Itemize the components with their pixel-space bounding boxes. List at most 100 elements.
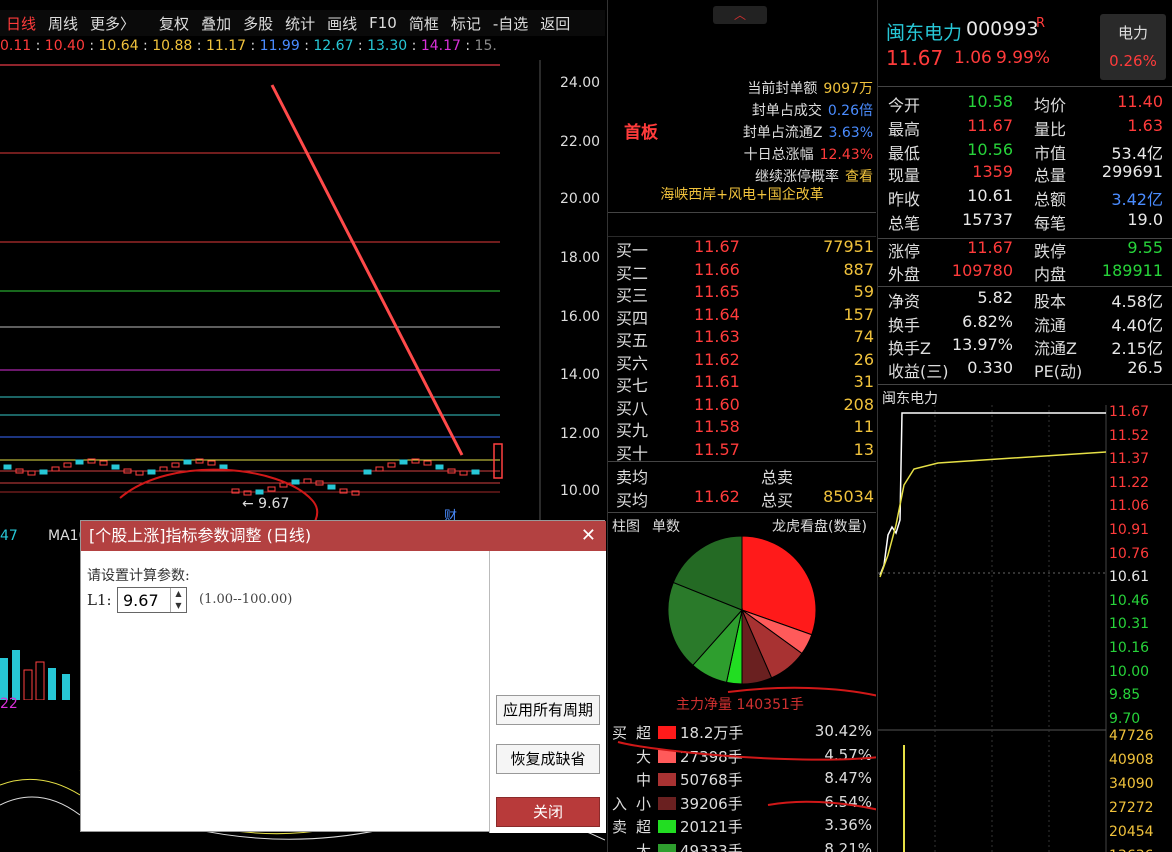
quote-row: 换手 6.82% 流通 4.40亿 [888, 312, 1163, 335]
stepper-arrows-icon[interactable]: ▲ ▼ [170, 588, 186, 612]
quote-row: 最高 11.67 量比 1.63 [888, 116, 1163, 139]
kline-chart[interactable]: ← 9.67 财 [0, 60, 605, 520]
toolbar-item[interactable]: 画线 [321, 13, 363, 34]
toolbar-item[interactable]: 日线 [0, 13, 42, 34]
chart-toolbar: 日线 周线 更多〉 复权 叠加 多股 统计 画线 F10 简框 标记 -自选 返回 [0, 10, 605, 36]
orderbook-row[interactable]: 买一 11.67 77951 [616, 237, 874, 260]
limit-info-label: 继续涨停概率 [755, 169, 839, 185]
ma-values-row: 0.11 : 10.40 : 10.64 : 10.88 : 11.17 : 1… [0, 38, 540, 60]
limit-info-row: 封单占成交 0.26倍 [752, 100, 873, 120]
toolbar-item[interactable]: 叠加 [195, 13, 237, 34]
separator: : [299, 38, 314, 54]
candle [3, 464, 12, 470]
toolbar-item[interactable]: 标记 [445, 13, 487, 34]
intraday-volume-tick: 40908 [1109, 752, 1154, 768]
orderbook-row[interactable]: 买九 11.58 11 [616, 417, 874, 440]
last-price: 11.67 [886, 46, 944, 70]
close-icon[interactable]: ✕ [581, 525, 596, 546]
orderbook-row[interactable]: 买七 11.61 31 [616, 372, 874, 395]
orderbook-row[interactable]: 买二 11.66 887 [616, 260, 874, 283]
toolbar-item[interactable]: 简框 [403, 13, 445, 34]
dialog-buttons: 应用所有周期 恢复成缺省 关闭 [489, 551, 606, 833]
price-change-pct: 9.99% [996, 48, 1051, 68]
ma-value: 11.17 [205, 38, 247, 54]
quote-row: 净资 5.82 股本 4.58亿 [888, 288, 1163, 311]
separator: : [31, 38, 45, 54]
intraday-price-tick: 11.06 [1109, 498, 1150, 515]
quote-row: 昨收 10.61 总额 3.42亿 [888, 186, 1163, 209]
separator: : [192, 38, 206, 54]
quote-row: 外盘 109780 内盘 189911 [888, 261, 1163, 284]
restore-default-button[interactable]: 恢复成缺省 [496, 744, 600, 774]
param-label: L1: [87, 591, 112, 609]
separator: : [246, 38, 260, 54]
intraday-price-tick: 10.76 [1109, 545, 1150, 562]
limit-info-value: 12.43% [819, 147, 873, 163]
limit-info-row[interactable]: 继续涨停概率 查看 [755, 166, 873, 186]
toolbar-item[interactable]: 多股 [237, 13, 279, 34]
param-input[interactable]: 9.67 [118, 591, 170, 610]
ma-value: 10.40 [44, 38, 85, 54]
orderbook-row[interactable]: 买三 11.65 59 [616, 282, 874, 305]
toolbar-item[interactable]: -自选 [487, 13, 534, 34]
toolbar-item[interactable]: 复权 [153, 13, 195, 34]
close-button[interactable]: 关闭 [496, 797, 600, 827]
intraday-chart[interactable] [878, 405, 1108, 852]
orderbook-row[interactable]: 买十 11.57 13 [616, 440, 874, 463]
param-stepper[interactable]: 9.67 ▲ ▼ [117, 587, 187, 613]
ma-value: 15. [474, 38, 497, 54]
intraday-price-tick: 10.91 [1109, 522, 1150, 538]
quote-row: 收益(三) 0.330 PE(动) 26.5 [888, 358, 1163, 381]
intraday-price-tick: 10.46 [1109, 592, 1150, 609]
stock-name: 闽东电力 [886, 22, 963, 44]
ma-value: 14.17 [420, 38, 461, 54]
candle [327, 484, 336, 490]
buy-avg-row: 买均 11.62 总买 85034 [616, 487, 874, 510]
candle [255, 489, 264, 495]
tab-bar-chart[interactable]: 柱图 [612, 516, 640, 536]
toolbar-item[interactable]: 更多〉 [84, 13, 141, 34]
orderbook-row[interactable]: 买五 11.63 74 [616, 327, 874, 350]
quote-row: 总笔 15737 每笔 19.0 [888, 210, 1163, 233]
orderbook-row[interactable]: 买六 11.62 26 [616, 350, 874, 373]
intraday-price-tick: 11.22 [1109, 474, 1150, 491]
candle [363, 469, 372, 475]
separator: : [407, 38, 421, 54]
orderbook-row[interactable]: 买四 11.64 157 [616, 305, 874, 328]
limit-info-value: 0.26倍 [827, 103, 873, 119]
sector-box[interactable]: 电力 0.26% [1100, 14, 1166, 80]
intraday-volume-tick: 13636 [1109, 848, 1154, 852]
intraday-price-tick: 11.37 [1109, 451, 1150, 468]
indicator-param-dialog: [个股上涨]指标参数调整 (日线) ✕ 请设置计算参数: L1: 9.67 ▲ ▼… [80, 520, 606, 833]
concepts-line: 海峡西岸+风电+国企改革 [660, 187, 824, 203]
candle [147, 469, 156, 475]
intraday-price-tick: 10.31 [1109, 616, 1150, 633]
candle [291, 479, 300, 485]
volume-bars [0, 650, 70, 700]
limit-info-value: 3.63% [828, 125, 873, 141]
collapse-chevron-icon[interactable]: ︿ [713, 6, 767, 24]
apply-all-periods-button[interactable]: 应用所有周期 [496, 695, 600, 725]
quote-panel: 闽东电力 000993 R 电力 0.26% 11.67 1.06 9.99% … [877, 0, 1172, 852]
toolbar-item[interactable]: 统计 [279, 13, 321, 34]
param-prompt: 请设置计算参数: [87, 568, 190, 584]
quote-row: 现量 1359 总量 299691 [888, 162, 1163, 185]
cai-badge: 财 [444, 509, 457, 520]
intraday-price-tick: 9.70 [1109, 710, 1141, 727]
limit-info-value: 查看 [845, 169, 873, 185]
limit-info-label: 十日总涨幅 [743, 147, 814, 163]
limit-info-row: 封单占流通Z 3.63% [743, 122, 873, 142]
stock-terminal: 日线 周线 更多〉 复权 叠加 多股 统计 画线 F10 简框 标记 -自选 返回 0.11 : 10.… [0, 0, 1172, 852]
orderbook-row[interactable]: 买八 11.60 208 [616, 395, 874, 418]
stock-code: 000993 [966, 18, 1039, 40]
toolbar-item[interactable]: F10 [363, 14, 403, 32]
tab-order-count[interactable]: 单数 [652, 516, 680, 536]
limit-info-row: 十日总涨幅 12.43% [744, 144, 873, 164]
toolbar-item[interactable]: 周线 [42, 13, 84, 34]
stock-tag: R [1036, 16, 1046, 31]
ma-value: 12.67 [313, 38, 354, 54]
param-range: (1.00--100.00) [199, 592, 293, 607]
intraday-price-tick: 10.16 [1109, 640, 1150, 656]
toolbar-item[interactable]: 返回 [534, 13, 576, 34]
separator: : [138, 38, 153, 54]
